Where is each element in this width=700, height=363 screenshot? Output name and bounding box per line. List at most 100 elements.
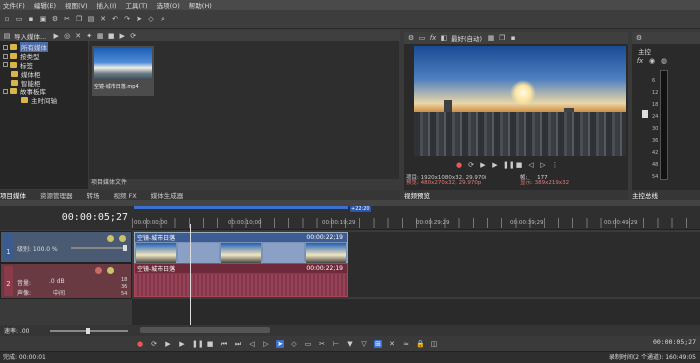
audio-track-lane[interactable] [348,263,700,297]
redo-icon[interactable]: ↷ [123,15,131,23]
views-icon[interactable]: ▦ [96,32,104,40]
menu-tools[interactable]: 工具(T) [126,0,148,10]
menu-view[interactable]: 视图(V) [65,0,88,10]
expand-icon[interactable] [3,53,8,59]
video-track-header[interactable]: 1 级别: 100.0 % [0,231,132,263]
rate-slider[interactable] [50,328,128,334]
mute-icon[interactable]: ◉ [648,57,656,65]
stop-icon[interactable]: ■ [107,32,115,40]
remove-icon[interactable]: ✕ [74,32,82,40]
marker-icon[interactable]: ▼ [346,340,354,348]
horizontal-scrollbar[interactable] [140,327,270,333]
master-fader[interactable] [642,110,648,118]
save-icon[interactable]: ▪ [27,15,35,23]
play-icon[interactable]: ▶ [118,32,126,40]
delete-icon[interactable]: ✕ [99,15,107,23]
audio-clip[interactable]: 空镜-城市日落 00:00:22;19 [134,263,348,297]
media-fx-icon[interactable]: ✦ [85,32,93,40]
auto-crossfade-icon[interactable]: ✕ [388,340,396,348]
external-monitor-icon[interactable]: ▭ [418,34,426,42]
menu-options[interactable]: 选项(O) [157,0,180,10]
tab-video-preview[interactable]: 视频预览 [404,190,430,200]
trim-icon[interactable]: ⊢ [332,340,340,348]
get-media-icon[interactable]: ◎ [63,32,71,40]
lock-envelopes-icon[interactable]: 🔒 [416,340,425,348]
play-from-start-icon[interactable]: ▶ [479,161,487,169]
timeline-empty-area[interactable] [132,299,700,325]
go-to-end-icon[interactable]: ⏭ [234,340,242,348]
loop-region-bar[interactable] [134,206,348,209]
pause-icon[interactable]: ❚❚ [503,161,515,169]
envelope-icon[interactable]: ◇ [147,15,155,23]
stop-icon[interactable]: ■ [515,161,523,169]
fx-icon[interactable]: fx [429,34,437,42]
loop-icon[interactable]: ⟳ [467,161,475,169]
cursor-icon[interactable]: ➤ [135,15,143,23]
overlays-icon[interactable]: ▦ [487,34,495,42]
menu-file[interactable]: 文件(F) [3,0,25,10]
timeline-ruler[interactable]: +22:20 00:00:00;00 00:00:10;00 00:00:19;… [132,206,700,230]
menu-icon[interactable]: ⋮ [551,161,559,169]
tree-item-by-type[interactable]: 按类型 [3,52,85,61]
video-clip[interactable]: 空镜-城市日落 00:00:22;19 [134,232,348,263]
media-thumbnail[interactable]: 空镜-城市日落.mp4 [92,46,154,96]
fx-icon[interactable]: fx [636,57,644,65]
record-icon[interactable]: ● [455,161,463,169]
tab-transitions[interactable]: 转场 [87,190,100,200]
save-snapshot-icon[interactable]: ▪ [509,34,517,42]
menu-insert[interactable]: 插入(I) [97,0,117,10]
copy-snapshot-icon[interactable]: ❐ [498,34,506,42]
open-icon[interactable]: ▭ [15,15,23,23]
split-screen-icon[interactable]: ◧ [440,34,448,42]
record-icon[interactable]: ● [136,340,144,348]
auto-ripple-icon[interactable]: ≈ [402,340,410,348]
menu-edit[interactable]: 编辑(E) [34,0,56,10]
settings-icon[interactable]: ⚙ [51,15,59,23]
tab-project-media[interactable]: 项目媒体 [0,190,26,200]
expand-icon[interactable] [3,62,8,68]
new-file-icon[interactable]: ▫ [3,15,11,23]
tab-master-bus[interactable]: 主控总线 [632,190,658,200]
collapse-icon[interactable] [3,88,8,94]
loop-icon[interactable]: ⟳ [150,340,158,348]
video-level-slider[interactable] [71,245,127,251]
playhead[interactable] [190,224,191,328]
tab-explorer[interactable]: 资源管理器 [40,190,73,200]
go-to-start-icon[interactable]: ⏮ [220,340,228,348]
capture-icon[interactable]: ▶ [52,32,60,40]
copy-icon[interactable]: ❐ [75,15,83,23]
play-icon[interactable]: ▶ [178,340,186,348]
collapse-icon[interactable] [3,44,8,50]
region-icon[interactable]: ▽ [360,340,368,348]
master-settings-icon[interactable]: ⚙ [635,34,643,42]
track-solo-icon[interactable] [107,267,114,274]
pause-icon[interactable]: ❚❚ [192,340,204,348]
video-track-lane[interactable] [348,232,700,263]
undo-icon[interactable]: ↶ [111,15,119,23]
split-icon[interactable]: ✂ [318,340,326,348]
tree-item-media-bins[interactable]: 媒体柜 [3,69,85,79]
solo-icon[interactable]: ◍ [660,57,668,65]
slider-thumb[interactable] [86,328,90,334]
render-icon[interactable]: ▣ [39,15,47,23]
cut-icon[interactable]: ✂ [63,15,71,23]
tab-media-generators[interactable]: 媒体生成器 [151,190,184,200]
tree-item-main-timeline[interactable]: 主时间轴 [3,96,85,105]
audio-track-header[interactable]: 2 音量: .0 dB 声像: 中间 18 36 54 [0,263,132,299]
paste-icon[interactable]: ▤ [87,15,95,23]
import-icon[interactable]: ▤ [3,32,11,40]
selection-edit-icon[interactable]: ▭ [304,340,312,348]
ignore-grouping-icon[interactable]: ◫ [430,340,438,348]
preview-quality-dropdown[interactable]: 最好(自动) [451,33,482,43]
next-frame-icon[interactable]: ▷ [539,161,547,169]
tree-item-all-media[interactable]: 所有媒体 [3,42,85,53]
preview-settings-icon[interactable]: ⚙ [407,34,415,42]
zoom-icon[interactable]: ⌕ [159,15,167,23]
menu-help[interactable]: 帮助(H) [189,0,212,10]
play-from-start-icon[interactable]: ▶ [164,340,172,348]
slider-thumb[interactable] [123,245,127,251]
snap-icon[interactable]: ⊞ [374,339,382,348]
loop-icon[interactable]: ⟳ [129,32,137,40]
stop-icon[interactable]: ■ [206,340,214,348]
play-icon[interactable]: ▶ [491,161,499,169]
